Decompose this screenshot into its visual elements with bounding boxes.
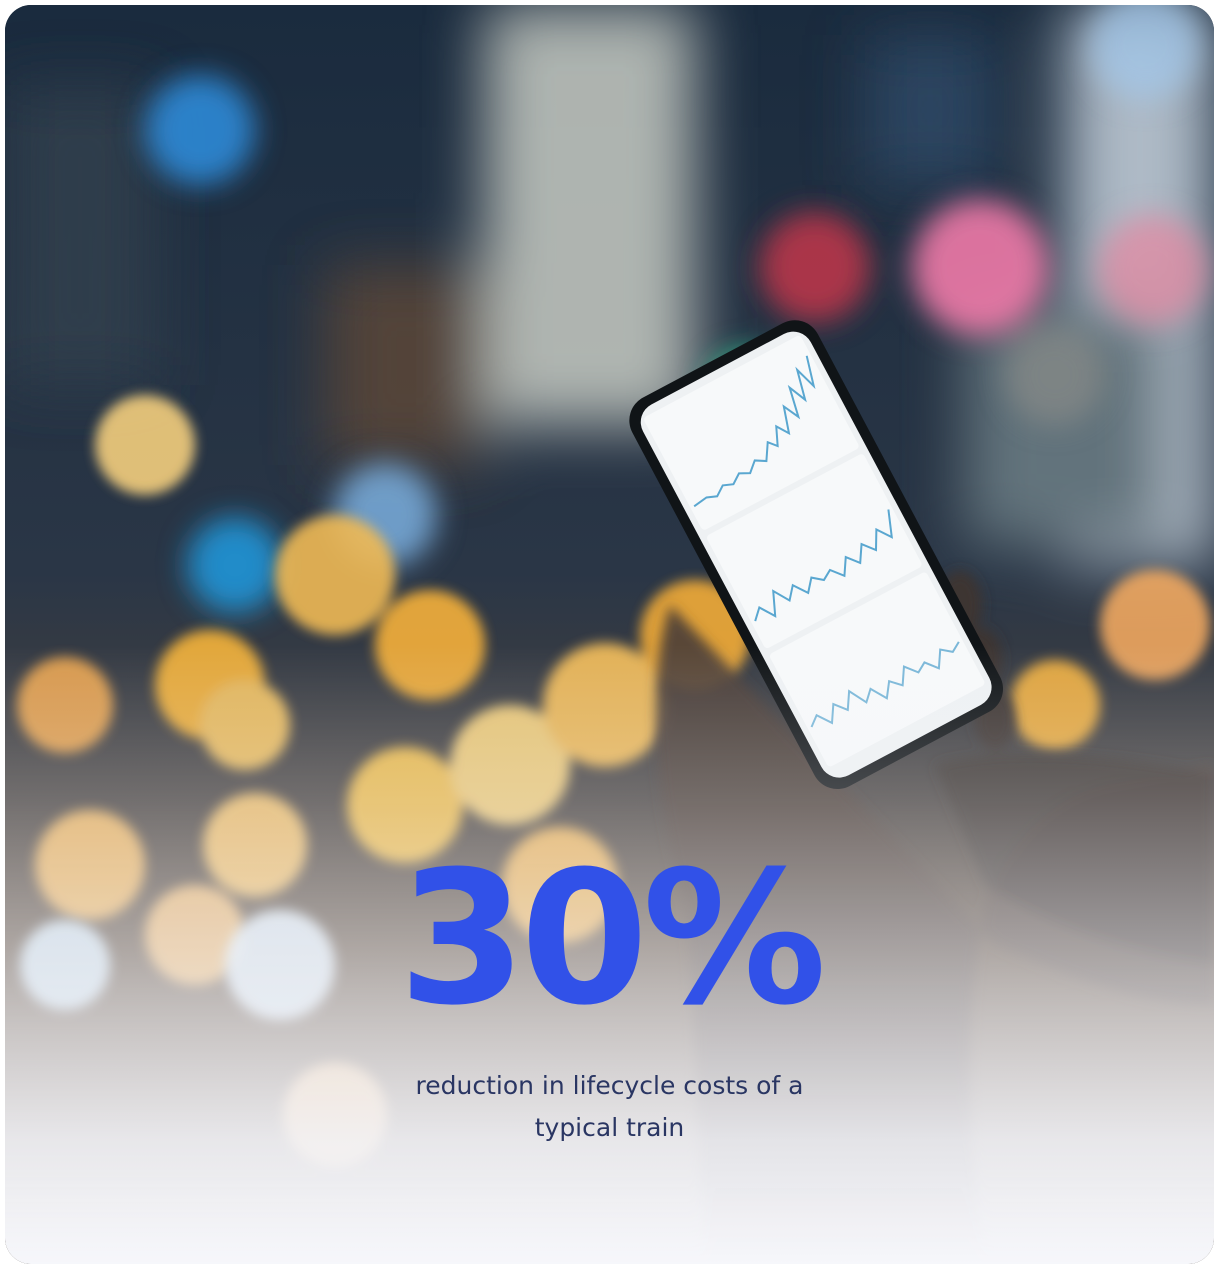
stat-card: 30% reduction in lifecycle costs of a ty… <box>5 5 1214 1264</box>
stat-caption: reduction in lifecycle costs of a typica… <box>415 1071 804 1142</box>
stat-block: 30% reduction in lifecycle costs of a ty… <box>5 847 1214 1149</box>
stat-value: 30% <box>398 832 826 1046</box>
